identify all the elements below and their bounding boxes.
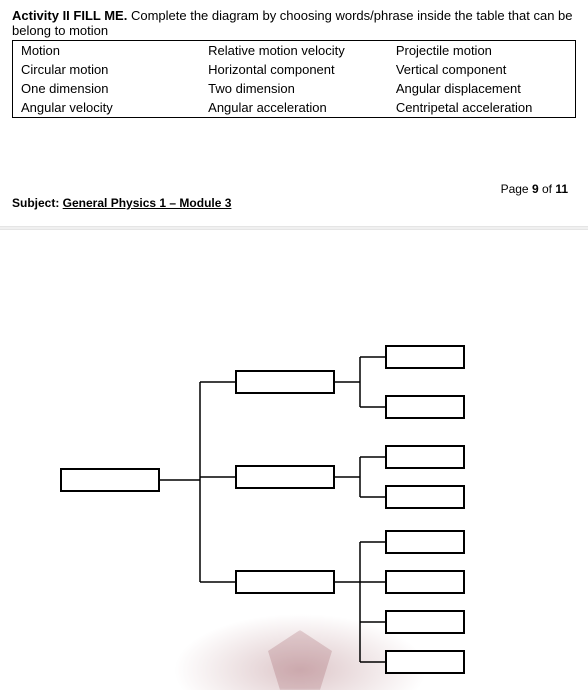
word-bank-table: Motion Relative motion velocity Projecti… xyxy=(12,40,576,118)
word-cell: Projectile motion xyxy=(388,41,576,61)
word-cell: Circular motion xyxy=(13,60,201,79)
diagram-leaf-box[interactable] xyxy=(385,570,465,594)
page-divider xyxy=(0,226,588,230)
word-cell: Centripetal acceleration xyxy=(388,98,576,118)
table-row: Angular velocity Angular acceleration Ce… xyxy=(13,98,576,118)
table-row: Circular motion Horizontal component Ver… xyxy=(13,60,576,79)
word-cell: Angular displacement xyxy=(388,79,576,98)
activity-title-bold: Activity II FILL ME. xyxy=(12,8,127,23)
page-current: 9 xyxy=(532,182,539,196)
word-cell: Horizontal component xyxy=(200,60,388,79)
word-cell: Two dimension xyxy=(200,79,388,98)
diagram-mid-box[interactable] xyxy=(235,370,335,394)
word-cell: Relative motion velocity xyxy=(200,41,388,61)
table-row: One dimension Two dimension Angular disp… xyxy=(13,79,576,98)
diagram-leaf-box[interactable] xyxy=(385,395,465,419)
diagram-mid-box[interactable] xyxy=(235,465,335,489)
diagram-leaf-box[interactable] xyxy=(385,445,465,469)
page-prefix: Page xyxy=(501,182,532,196)
diagram-root-box[interactable] xyxy=(60,468,160,492)
word-bank-table-wrap: Motion Relative motion velocity Projecti… xyxy=(0,40,588,122)
diagram-leaf-box[interactable] xyxy=(385,650,465,674)
word-cell: Angular velocity xyxy=(13,98,201,118)
subject-link[interactable]: General Physics 1 – Module 3 xyxy=(63,196,232,210)
diagram-leaf-box[interactable] xyxy=(385,530,465,554)
diagram-mid-box[interactable] xyxy=(235,570,335,594)
diagram-leaf-box[interactable] xyxy=(385,485,465,509)
word-cell: Angular acceleration xyxy=(200,98,388,118)
subject-label: Subject: xyxy=(12,196,63,210)
page-number: Page 9 of 11 xyxy=(0,122,588,196)
subject-line: Subject: General Physics 1 – Module 3 xyxy=(0,196,588,226)
activity-heading: Activity II FILL ME. Complete the diagra… xyxy=(0,0,588,40)
page-total: 11 xyxy=(555,182,568,196)
diagram-leaf-box[interactable] xyxy=(385,345,465,369)
page-of: of xyxy=(539,182,556,196)
word-cell: Motion xyxy=(13,41,201,61)
fill-diagram xyxy=(0,290,588,690)
word-cell: Vertical component xyxy=(388,60,576,79)
table-row: Motion Relative motion velocity Projecti… xyxy=(13,41,576,61)
word-cell: One dimension xyxy=(13,79,201,98)
diagram-leaf-box[interactable] xyxy=(385,610,465,634)
